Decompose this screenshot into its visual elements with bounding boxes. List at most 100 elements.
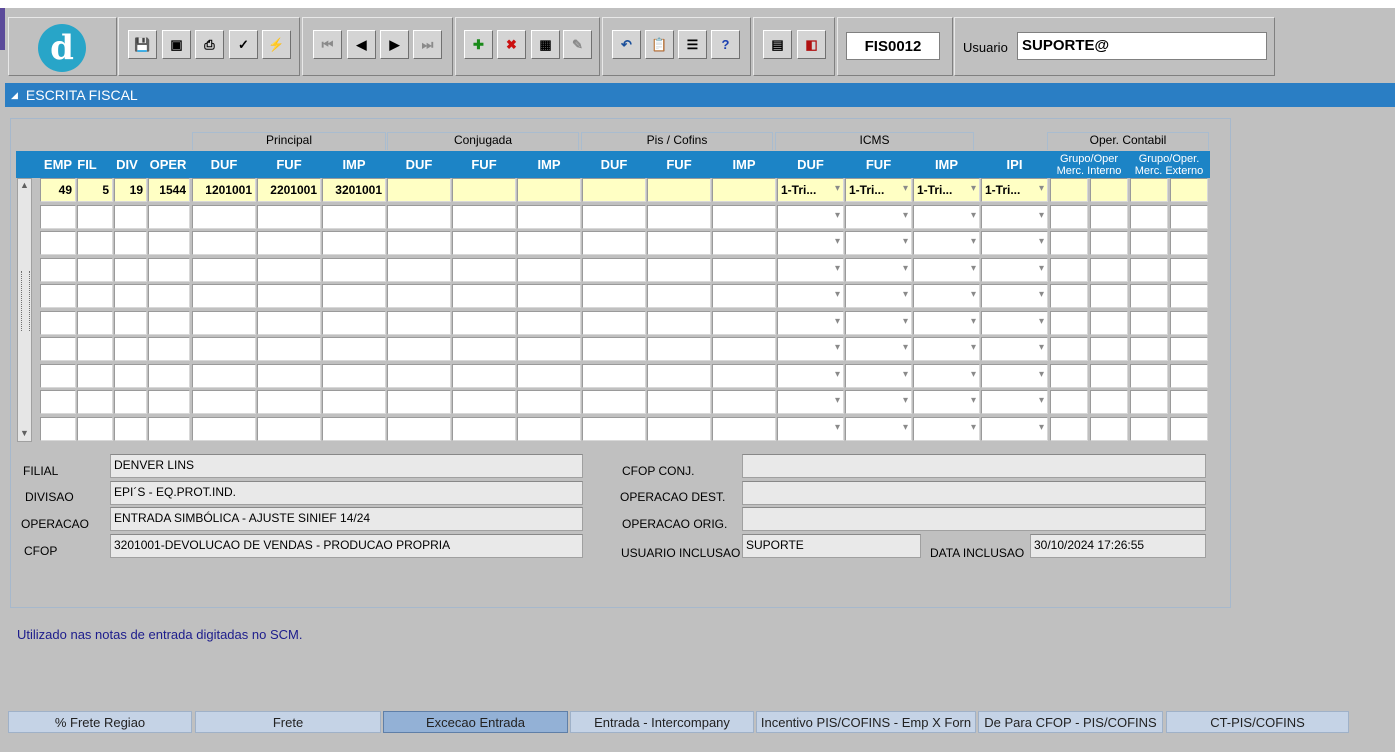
ipi-select[interactable]	[981, 337, 1048, 361]
oper-externo-cell[interactable]	[1170, 257, 1208, 282]
icms-fuf-select[interactable]	[845, 284, 912, 308]
conjugada-imp-cell[interactable]	[517, 363, 581, 388]
list-values-button[interactable]: ☰	[678, 30, 707, 59]
grupo-externo-cell[interactable]	[1130, 390, 1168, 414]
principal-fuf-cell[interactable]	[257, 204, 321, 229]
oper-cell[interactable]	[148, 204, 190, 229]
conjugada-fuf-cell[interactable]	[452, 204, 516, 229]
tab-frete[interactable]: Frete	[195, 711, 381, 733]
grupo-interno-cell[interactable]	[1050, 178, 1088, 202]
conjugada-duf-cell[interactable]	[387, 231, 451, 255]
icms-fuf-select[interactable]	[845, 390, 912, 414]
piscofins-fuf-cell[interactable]	[647, 257, 711, 282]
piscofins-imp-cell[interactable]	[712, 257, 776, 282]
div-cell[interactable]	[114, 231, 147, 255]
conjugada-duf-cell[interactable]	[387, 257, 451, 282]
icms-fuf-select[interactable]	[845, 363, 912, 388]
piscofins-fuf-cell[interactable]	[647, 204, 711, 229]
principal-duf-cell[interactable]	[192, 204, 256, 229]
oper-externo-cell[interactable]	[1170, 416, 1208, 441]
piscofins-fuf-cell[interactable]	[647, 363, 711, 388]
icms-imp-select[interactable]	[913, 337, 980, 361]
icms-duf-select[interactable]	[777, 337, 844, 361]
oper-interno-cell[interactable]	[1090, 178, 1128, 202]
principal-imp-cell[interactable]: 3201001	[322, 178, 386, 202]
icms-imp-select[interactable]	[913, 310, 980, 335]
tab-de-para-cfop[interactable]: De Para CFOP - PIS/COFINS	[978, 711, 1163, 733]
principal-imp-cell[interactable]	[322, 390, 386, 414]
tab-ct-pis-cofins[interactable]: CT-PIS/COFINS	[1166, 711, 1349, 733]
piscofins-fuf-cell[interactable]	[647, 310, 711, 335]
conjugada-imp-cell[interactable]	[517, 231, 581, 255]
conjugada-fuf-cell[interactable]	[452, 390, 516, 414]
emp-cell[interactable]	[40, 416, 76, 441]
icms-duf-select[interactable]: 1-Tri...	[777, 178, 844, 202]
fil-cell[interactable]	[77, 337, 113, 361]
clear-record-button[interactable]: ▦	[531, 30, 560, 59]
insert-record-button[interactable]: ✚	[464, 30, 493, 59]
piscofins-imp-cell[interactable]	[712, 231, 776, 255]
icms-fuf-select[interactable]: 1-Tri...	[845, 178, 912, 202]
oper-cell[interactable]	[148, 257, 190, 282]
oper-cell[interactable]	[148, 416, 190, 441]
fil-cell[interactable]	[77, 231, 113, 255]
oper-externo-cell[interactable]	[1170, 390, 1208, 414]
principal-imp-cell[interactable]	[322, 363, 386, 388]
piscofins-duf-cell[interactable]	[582, 231, 646, 255]
ipi-select[interactable]	[981, 284, 1048, 308]
conjugada-imp-cell[interactable]	[517, 284, 581, 308]
tab-entrada-intercompany[interactable]: Entrada - Intercompany	[570, 711, 754, 733]
piscofins-duf-cell[interactable]	[582, 363, 646, 388]
icms-imp-select[interactable]: 1-Tri...	[913, 178, 980, 202]
grupo-externo-cell[interactable]	[1130, 416, 1168, 441]
piscofins-duf-cell[interactable]	[582, 284, 646, 308]
principal-fuf-cell[interactable]: 2201001	[257, 178, 321, 202]
icms-imp-select[interactable]	[913, 257, 980, 282]
exit-button[interactable]: ◧	[797, 30, 826, 59]
conjugada-duf-cell[interactable]	[387, 310, 451, 335]
div-cell[interactable]	[114, 337, 147, 361]
oper-interno-cell[interactable]	[1090, 337, 1128, 361]
menu-button[interactable]: ▤	[763, 30, 792, 59]
oper-cell[interactable]	[148, 337, 190, 361]
last-record-button[interactable]: ⏭	[413, 30, 442, 59]
icms-fuf-select[interactable]	[845, 416, 912, 441]
principal-duf-cell[interactable]	[192, 337, 256, 361]
next-record-button[interactable]: ▶	[380, 30, 409, 59]
scroll-grip[interactable]	[21, 271, 30, 331]
div-cell[interactable]: 19	[114, 178, 147, 202]
conjugada-duf-cell[interactable]	[387, 284, 451, 308]
conjugada-fuf-cell[interactable]	[452, 310, 516, 335]
principal-imp-cell[interactable]	[322, 257, 386, 282]
oper-interno-cell[interactable]	[1090, 257, 1128, 282]
oper-interno-cell[interactable]	[1090, 363, 1128, 388]
principal-duf-cell[interactable]	[192, 363, 256, 388]
ipi-select[interactable]	[981, 416, 1048, 441]
oper-cell[interactable]	[148, 310, 190, 335]
piscofins-imp-cell[interactable]	[712, 390, 776, 414]
principal-fuf-cell[interactable]	[257, 363, 321, 388]
principal-fuf-cell[interactable]	[257, 257, 321, 282]
grupo-interno-cell[interactable]	[1050, 204, 1088, 229]
conjugada-fuf-cell[interactable]	[452, 231, 516, 255]
icms-duf-select[interactable]	[777, 363, 844, 388]
oper-interno-cell[interactable]	[1090, 204, 1128, 229]
ipi-select[interactable]	[981, 231, 1048, 255]
conjugada-duf-cell[interactable]	[387, 416, 451, 441]
oper-externo-cell[interactable]	[1170, 310, 1208, 335]
grupo-interno-cell[interactable]	[1050, 257, 1088, 282]
help-button[interactable]: ?	[711, 30, 740, 59]
piscofins-duf-cell[interactable]	[582, 310, 646, 335]
emp-cell[interactable]	[40, 284, 76, 308]
icms-imp-select[interactable]	[913, 204, 980, 229]
query-button[interactable]: ✓	[229, 30, 258, 59]
edit-button[interactable]: ✎	[563, 30, 592, 59]
principal-duf-cell[interactable]	[192, 390, 256, 414]
principal-duf-cell[interactable]	[192, 257, 256, 282]
conjugada-imp-cell[interactable]	[517, 310, 581, 335]
icms-fuf-select[interactable]	[845, 310, 912, 335]
piscofins-fuf-cell[interactable]	[647, 231, 711, 255]
window-button[interactable]: ▣	[162, 30, 191, 59]
piscofins-imp-cell[interactable]	[712, 204, 776, 229]
piscofins-imp-cell[interactable]	[712, 310, 776, 335]
